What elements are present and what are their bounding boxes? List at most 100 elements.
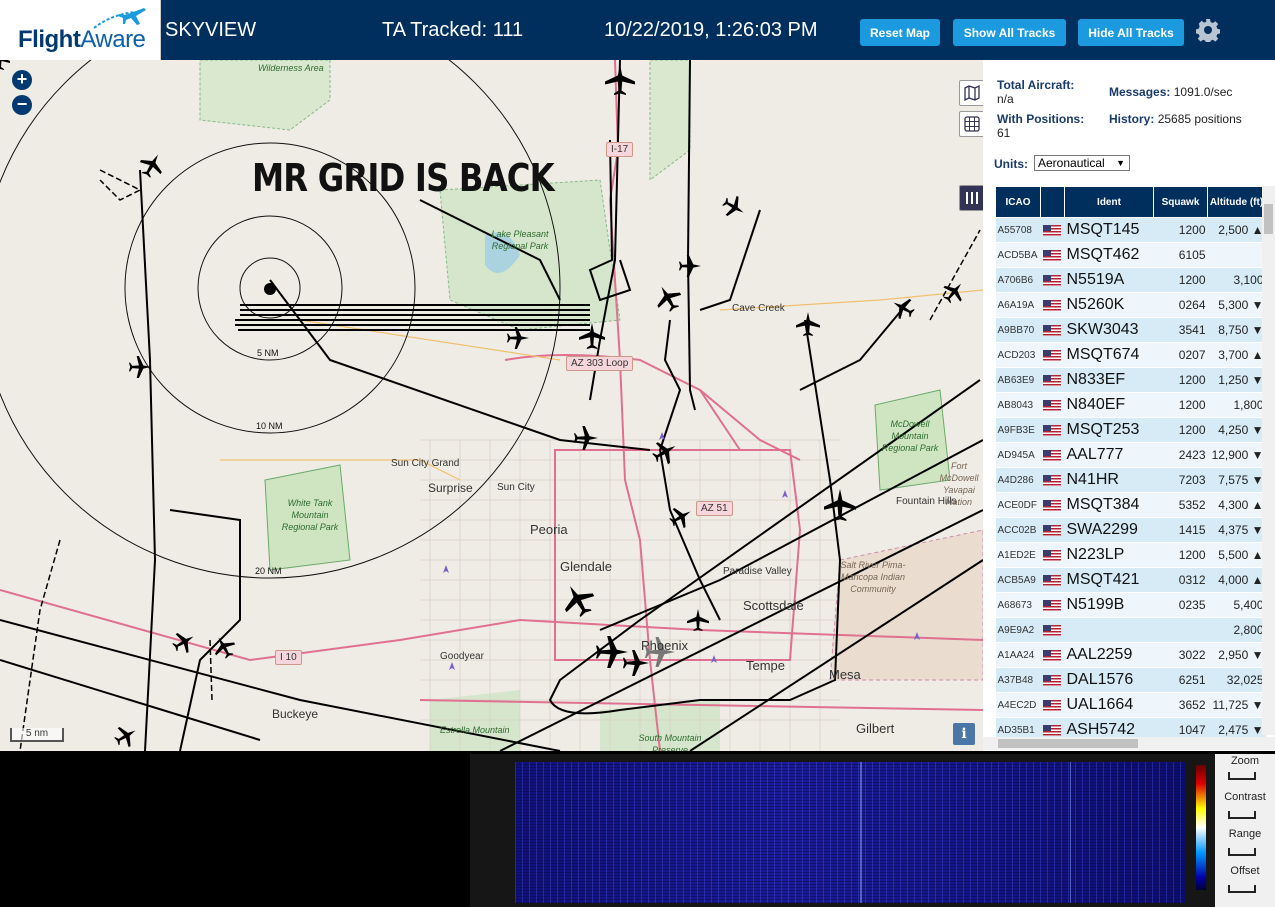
cell-altitude: 1,250 ▼ bbox=[1207, 367, 1266, 393]
waterfall-display[interactable] bbox=[515, 762, 1185, 903]
cell-squawk: 3541 bbox=[1153, 317, 1208, 343]
table-row[interactable]: AB63E9 N833EF 1200 1,250 ▼ bbox=[995, 367, 1266, 393]
table-row[interactable]: ACC02B SWA2299 1415 4,375 ▼ bbox=[995, 517, 1266, 543]
zoom-label: Zoom bbox=[1230, 755, 1260, 767]
col-icao[interactable]: ICAO bbox=[995, 186, 1041, 218]
us-flag-icon bbox=[1042, 450, 1061, 462]
flag-cell bbox=[1040, 242, 1065, 268]
table-row[interactable]: ACD203 MSQT674 0207 3,700 ▲ bbox=[995, 342, 1266, 368]
flag-cell bbox=[1040, 342, 1065, 368]
cell-ident: MSQT462 bbox=[1064, 242, 1154, 268]
color-scale-bar bbox=[1196, 765, 1206, 890]
col-altitude[interactable]: Altitude (ft) bbox=[1207, 186, 1266, 218]
hide-all-tracks-button[interactable]: Hide All Tracks bbox=[1078, 19, 1184, 46]
hscroll-thumb[interactable] bbox=[998, 739, 1138, 748]
cell-ident: N41HR bbox=[1064, 467, 1154, 493]
offset-slider[interactable] bbox=[1228, 885, 1256, 893]
table-row[interactable]: ACD5BA MSQT462 6105 bbox=[995, 242, 1266, 268]
place-salt-river: Salt River Pima-Maricopa Indian Communit… bbox=[840, 560, 906, 594]
us-flag-icon bbox=[1042, 675, 1061, 687]
us-flag-icon bbox=[1042, 250, 1061, 262]
us-flag-icon bbox=[1042, 500, 1061, 512]
shield-i10: I 10 bbox=[275, 650, 302, 665]
table-row[interactable]: AD945A AAL777 2423 12,900 ▼ bbox=[995, 442, 1266, 468]
place-cave-creek: Cave Creek bbox=[732, 303, 785, 314]
place-south-mountain: South Mountain Preserve bbox=[638, 733, 702, 751]
col-squawk[interactable]: Squawk bbox=[1153, 186, 1208, 218]
cell-altitude: 5,500 ▲ bbox=[1207, 542, 1266, 568]
cell-squawk: 1200 bbox=[1153, 392, 1208, 418]
cell-icao: A6A19A bbox=[995, 292, 1041, 318]
table-row[interactable]: A55708 MSQT145 1200 2,500 ▲ bbox=[995, 217, 1266, 243]
place-wilderness: Wilderness Area bbox=[258, 63, 324, 73]
table-row[interactable]: A9E9A2 2,800 bbox=[995, 617, 1266, 643]
cell-altitude: 12,900 ▼ bbox=[1207, 442, 1266, 468]
flag-cell bbox=[1040, 292, 1065, 318]
table-row[interactable]: A706B6 N5519A 1200 3,100 bbox=[995, 267, 1266, 293]
columns-toggle-button[interactable] bbox=[959, 185, 983, 211]
cell-ident: N5199B bbox=[1064, 592, 1154, 618]
waterfall-signal bbox=[1070, 762, 1071, 903]
contrast-slider[interactable] bbox=[1228, 811, 1256, 819]
cell-squawk: 2423 bbox=[1153, 442, 1208, 468]
cell-ident: DAL1576 bbox=[1064, 667, 1154, 693]
grid-toggle-button[interactable] bbox=[959, 111, 983, 137]
map-icon bbox=[964, 85, 980, 101]
banner-text: MR GRID IS BACK bbox=[252, 156, 555, 200]
cell-icao: A1AA24 bbox=[995, 642, 1041, 668]
range-slider[interactable] bbox=[1228, 848, 1256, 856]
zoom-slider[interactable] bbox=[1228, 772, 1256, 780]
cell-altitude: 7,575 ▼ bbox=[1207, 467, 1266, 493]
table-vertical-scrollbar[interactable] bbox=[1262, 186, 1275, 735]
table-row[interactable]: A9FB3E MSQT253 1200 4,250 ▼ bbox=[995, 417, 1266, 443]
table-horizontal-scrollbar[interactable] bbox=[983, 737, 1275, 750]
cell-ident: MSQT384 bbox=[1064, 492, 1154, 518]
flag-cell bbox=[1040, 567, 1065, 593]
cell-icao: AD945A bbox=[995, 442, 1041, 468]
table-row[interactable]: A37B48 DAL1576 6251 32,025 bbox=[995, 667, 1266, 693]
units-select[interactable]: Aeronautical ▼ bbox=[1034, 155, 1130, 171]
table-row[interactable]: ACB5A9 MSQT421 0312 4,000 ▲ bbox=[995, 567, 1266, 593]
table-row[interactable]: A9BB70 SKW3043 3541 8,750 ▼ bbox=[995, 317, 1266, 343]
cell-icao: A4EC2D bbox=[995, 692, 1041, 718]
flag-cell bbox=[1040, 592, 1065, 618]
flag-cell bbox=[1040, 467, 1065, 493]
place-paradise-valley: Paradise Valley bbox=[723, 566, 792, 577]
col-flag[interactable] bbox=[1040, 186, 1065, 218]
place-gilbert: Gilbert bbox=[856, 721, 895, 736]
table-row[interactable]: A6A19A N5260K 0264 5,300 ▼ bbox=[995, 292, 1266, 318]
gear-icon[interactable] bbox=[1196, 18, 1220, 42]
col-ident[interactable]: Ident bbox=[1064, 186, 1154, 218]
table-row[interactable]: ACE0DF MSQT384 5352 4,300 ▲ bbox=[995, 492, 1266, 518]
history-value: 25685 positions bbox=[1157, 112, 1242, 126]
map-area[interactable]: MR GRID IS BACK + − 5 NM 10 NM 20 NM Wil… bbox=[0, 60, 983, 751]
vscroll-thumb[interactable] bbox=[1264, 204, 1273, 234]
show-all-tracks-button[interactable]: Show All Tracks bbox=[953, 19, 1066, 46]
table-row[interactable]: AB8043 N840EF 1200 1,800 bbox=[995, 392, 1266, 418]
cell-altitude: 4,000 ▲ bbox=[1207, 567, 1266, 593]
reset-map-button[interactable]: Reset Map bbox=[860, 19, 940, 46]
flag-cell bbox=[1040, 667, 1065, 693]
us-flag-icon bbox=[1042, 575, 1061, 587]
table-row[interactable]: A68673 N5199B 0235 5,400 bbox=[995, 592, 1266, 618]
table-row[interactable]: A1ED2E N223LP 1200 5,500 ▲ bbox=[995, 542, 1266, 568]
units-value: Aeronautical bbox=[1038, 156, 1105, 170]
flag-cell bbox=[1040, 392, 1065, 418]
us-flag-icon bbox=[1042, 625, 1061, 637]
map-layers-button[interactable] bbox=[959, 80, 983, 106]
flag-cell bbox=[1040, 367, 1065, 393]
range-label-10: 10 NM bbox=[256, 421, 283, 431]
table-row[interactable]: A4EC2D UAL1664 3652 11,725 ▼ bbox=[995, 692, 1266, 718]
aircraft-table: ICAO Ident Squawk Altitude (ft) A55708 MS… bbox=[995, 186, 1266, 743]
cell-icao: A9FB3E bbox=[995, 417, 1041, 443]
table-row[interactable]: A4D286 N41HR 7203 7,575 ▼ bbox=[995, 467, 1266, 493]
place-sun-city: Sun City bbox=[497, 482, 535, 493]
info-button[interactable]: i bbox=[953, 723, 975, 745]
zoom-in-button[interactable]: + bbox=[12, 70, 32, 90]
cell-ident: N833EF bbox=[1064, 367, 1154, 393]
flightaware-logo[interactable]: FlightAware bbox=[0, 0, 161, 60]
cell-icao: A4D286 bbox=[995, 467, 1041, 493]
place-goodyear: Goodyear bbox=[440, 651, 484, 662]
zoom-out-button[interactable]: − bbox=[12, 95, 32, 115]
table-row[interactable]: A1AA24 AAL2259 3022 2,950 ▼ bbox=[995, 642, 1266, 668]
